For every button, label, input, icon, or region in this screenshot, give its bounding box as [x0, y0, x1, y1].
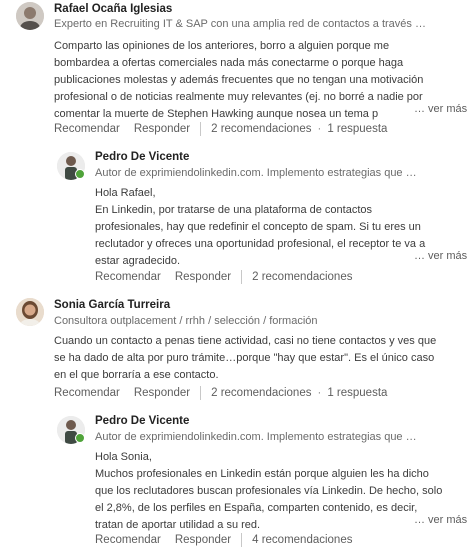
see-more-link[interactable]: … ver más [414, 514, 467, 526]
comment-actions: Recomendar Responder 2 recomendaciones [95, 270, 352, 284]
author-headline: Consultora outplacement / rrhh / selecci… [54, 315, 318, 327]
see-more-link[interactable]: … ver más [414, 103, 467, 115]
see-more-link[interactable]: … ver más [414, 250, 467, 262]
online-status-icon [75, 433, 85, 443]
comment-line: publicaciones molestas y además frecuent… [54, 74, 424, 86]
comment-line: que los reclutadores buscan profesionale… [95, 485, 443, 497]
recommend-button[interactable]: Recomendar [54, 123, 120, 135]
recommendations-count[interactable]: 2 recomendaciones [211, 123, 311, 135]
comment-line: comentar la muerte de Stephen Hawking au… [54, 108, 379, 120]
recommend-button[interactable]: Recomendar [95, 534, 161, 546]
divider [241, 533, 243, 547]
author-name[interactable]: Pedro De Vicente [95, 415, 189, 427]
online-status-icon [75, 169, 85, 179]
comment-actions: Recomendar Responder 2 recomendaciones ·… [54, 122, 387, 136]
comment-line: profesional o de noticias realmente muy … [54, 91, 423, 103]
author-headline: Autor de exprimiendolinkedin.com. Implem… [95, 167, 417, 179]
author-headline: Autor de exprimiendolinkedin.com. Implem… [95, 431, 417, 443]
comment-line: en el que borraría a ese contacto. [54, 369, 219, 381]
reply-button[interactable]: Responder [134, 123, 190, 135]
comment-text: Comparto las opiniones de los anteriores… [54, 38, 469, 123]
author-name[interactable]: Sonia García Turreira [54, 299, 170, 311]
comment-line: Comparto las opiniones de los anteriores… [54, 40, 390, 52]
avatar-sonia[interactable] [16, 298, 44, 326]
recommend-button[interactable]: Recomendar [54, 387, 120, 399]
comment-line: Hola Sonia, [95, 451, 152, 463]
comment-line: Hola Rafael, [95, 187, 156, 199]
divider [241, 270, 243, 284]
recommendations-count[interactable]: 4 recomendaciones [252, 534, 352, 546]
author-name[interactable]: Rafael Ocaña Iglesias [54, 3, 172, 15]
author-headline: Experto en Recruiting IT & SAP con una a… [54, 18, 426, 30]
avatar-sonia-icon [16, 298, 44, 326]
comment-line: profesionales, hay que redefinir el conc… [95, 221, 421, 233]
bullet: · [317, 387, 322, 399]
comment-text: Cuando un contacto a penas tiene activid… [54, 333, 472, 384]
replies-count[interactable]: 1 respuesta [327, 123, 387, 135]
author-name[interactable]: Pedro De Vicente [95, 151, 189, 163]
recommend-button[interactable]: Recomendar [95, 271, 161, 283]
replies-count[interactable]: 1 respuesta [327, 387, 387, 399]
avatar-rafael-icon [16, 2, 44, 30]
comment-line: se ha dado de alta por puro trámite…porq… [54, 352, 435, 364]
comment-actions: Recomendar Responder 4 recomendaciones [95, 533, 352, 547]
recommendations-count[interactable]: 2 recomendaciones [211, 387, 311, 399]
reply-button[interactable]: Responder [134, 387, 190, 399]
avatar-rafael[interactable] [16, 2, 44, 30]
comment-actions: Recomendar Responder 2 recomendaciones ·… [54, 386, 387, 400]
bullet: · [317, 123, 322, 135]
comment-line: Muchos profesionales en Linkedin están p… [95, 468, 429, 480]
divider [200, 386, 202, 400]
divider [200, 122, 202, 136]
reply-button[interactable]: Responder [175, 271, 231, 283]
reply-button[interactable]: Responder [175, 534, 231, 546]
comment-line: En Linkedin, por tratarse de una platafo… [95, 204, 373, 216]
comment-line: bombardea a ofertas comerciales nada más… [54, 57, 404, 69]
recommendations-count[interactable]: 2 recomendaciones [252, 271, 352, 283]
comment-line: Cuando un contacto a penas tiene activid… [54, 335, 437, 347]
